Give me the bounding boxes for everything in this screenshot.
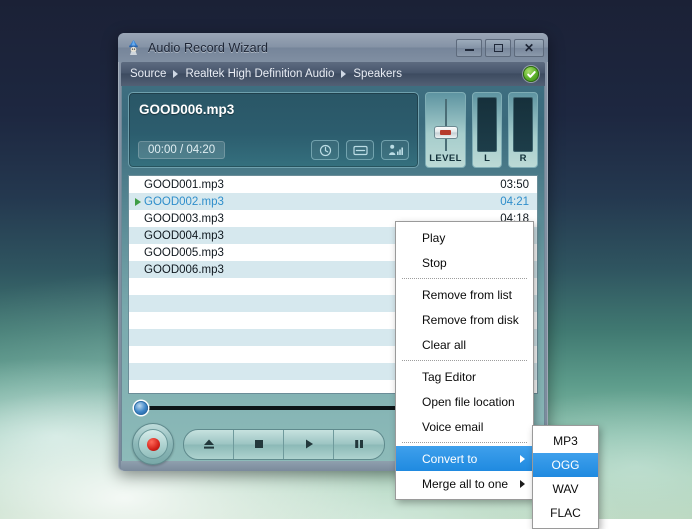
meter-right-well <box>513 97 533 152</box>
menu-item-label: Tag Editor <box>422 370 476 384</box>
transport-buttons <box>183 429 385 460</box>
check-circle-icon <box>523 66 539 82</box>
record-button-inner <box>138 429 168 459</box>
menu-separator <box>402 278 527 279</box>
timer-icon[interactable] <box>311 140 339 160</box>
menu-item[interactable]: Merge all to one <box>396 471 533 496</box>
maximize-button[interactable] <box>485 39 511 57</box>
meter-right: R <box>508 92 538 168</box>
eject-icon[interactable] <box>184 430 234 459</box>
menu-item[interactable]: Convert to <box>396 446 533 471</box>
breadcrumb-device[interactable]: Realtek High Definition Audio <box>185 68 334 80</box>
list-item-duration: 03:50 <box>500 179 529 191</box>
chevron-right-icon <box>341 70 346 78</box>
menu-item[interactable]: Clear all <box>396 332 533 357</box>
breadcrumb-output[interactable]: Speakers <box>353 68 402 80</box>
menu-item[interactable]: Open file location <box>396 389 533 414</box>
close-button[interactable]: ✕ <box>514 39 544 57</box>
level-label: LEVEL <box>429 153 462 167</box>
submenu-item[interactable]: FLAC <box>533 501 598 525</box>
menu-item-label: Stop <box>422 256 447 270</box>
display-buttons <box>311 140 409 160</box>
menu-item[interactable]: Play <box>396 225 533 250</box>
list-item-name: GOOD002.mp3 <box>144 196 500 208</box>
level-knob[interactable] <box>434 126 458 139</box>
minimize-icon <box>465 49 474 51</box>
menu-item[interactable]: Remove from disk <box>396 307 533 332</box>
play-icon[interactable] <box>284 430 334 459</box>
title-bar[interactable]: Audio Record Wizard ✕ <box>118 33 548 62</box>
submenu-item[interactable]: WAV <box>533 477 598 501</box>
list-item-name: GOOD001.mp3 <box>144 179 500 191</box>
maximize-icon <box>494 44 503 52</box>
application-window: Audio Record Wizard ✕ Source Realtek Hig… <box>118 33 548 471</box>
menu-item[interactable]: Tag Editor <box>396 364 533 389</box>
menu-item[interactable]: Remove from list <box>396 282 533 307</box>
current-track-name: GOOD006.mp3 <box>139 102 408 117</box>
breadcrumb-source[interactable]: Source <box>130 68 166 80</box>
chevron-right-icon <box>173 70 178 78</box>
menu-item-label: Voice email <box>422 420 483 434</box>
meter-right-label: R <box>520 152 527 167</box>
display-bottom-row: 00:00 / 04:20 <box>138 140 409 160</box>
submenu-item[interactable]: MP3 <box>533 429 598 453</box>
stop-icon[interactable] <box>234 430 284 459</box>
menu-item-label: Convert to <box>422 452 477 466</box>
minimize-button[interactable] <box>456 39 482 57</box>
close-icon: ✕ <box>524 42 534 54</box>
menu-item-label: Clear all <box>422 338 466 352</box>
tag-icon[interactable] <box>346 140 374 160</box>
menu-item-label: Merge all to one <box>422 477 508 491</box>
menu-item[interactable]: Stop <box>396 250 533 275</box>
convert-to-submenu[interactable]: MP3OGGWAVFLAC <box>532 425 599 529</box>
submenu-item[interactable]: OGG <box>533 453 598 477</box>
pause-icon[interactable] <box>334 430 384 459</box>
wizard-icon <box>125 39 142 56</box>
menu-separator <box>402 442 527 443</box>
menu-item[interactable]: Voice email <box>396 414 533 439</box>
menu-item-label: Open file location <box>422 395 515 409</box>
window-title: Audio Record Wizard <box>148 41 456 55</box>
list-item[interactable]: GOOD001.mp303:50 <box>129 176 537 193</box>
player-strip: GOOD006.mp3 00:00 / 04:20 <box>128 92 538 168</box>
submenu-arrow-icon <box>520 455 525 463</box>
time-readout: 00:00 / 04:20 <box>138 141 225 159</box>
menu-item-label: Play <box>422 231 445 245</box>
list-item-duration: 04:21 <box>500 196 529 208</box>
list-item[interactable]: GOOD002.mp304:21 <box>129 193 537 210</box>
menu-separator <box>402 360 527 361</box>
record-icon <box>147 438 160 451</box>
seek-knob[interactable] <box>134 401 148 415</box>
menu-item-label: Remove from list <box>422 288 512 302</box>
level-slider[interactable]: LEVEL <box>425 92 466 168</box>
meter-left-well <box>477 97 497 152</box>
context-menu[interactable]: Play Stop Remove from list Remove from disk… <box>395 221 534 500</box>
equalizer-icon[interactable] <box>381 140 409 160</box>
menu-item-label: Remove from disk <box>422 313 519 327</box>
meter-left-label: L <box>484 152 490 167</box>
meter-left: L <box>472 92 502 168</box>
record-button[interactable] <box>132 423 174 465</box>
submenu-arrow-icon <box>520 480 525 488</box>
window-controls: ✕ <box>456 39 544 57</box>
level-track[interactable] <box>445 99 447 151</box>
track-display: GOOD006.mp3 00:00 / 04:20 <box>128 92 419 168</box>
source-breadcrumb-bar[interactable]: Source Realtek High Definition Audio Spe… <box>121 62 545 86</box>
